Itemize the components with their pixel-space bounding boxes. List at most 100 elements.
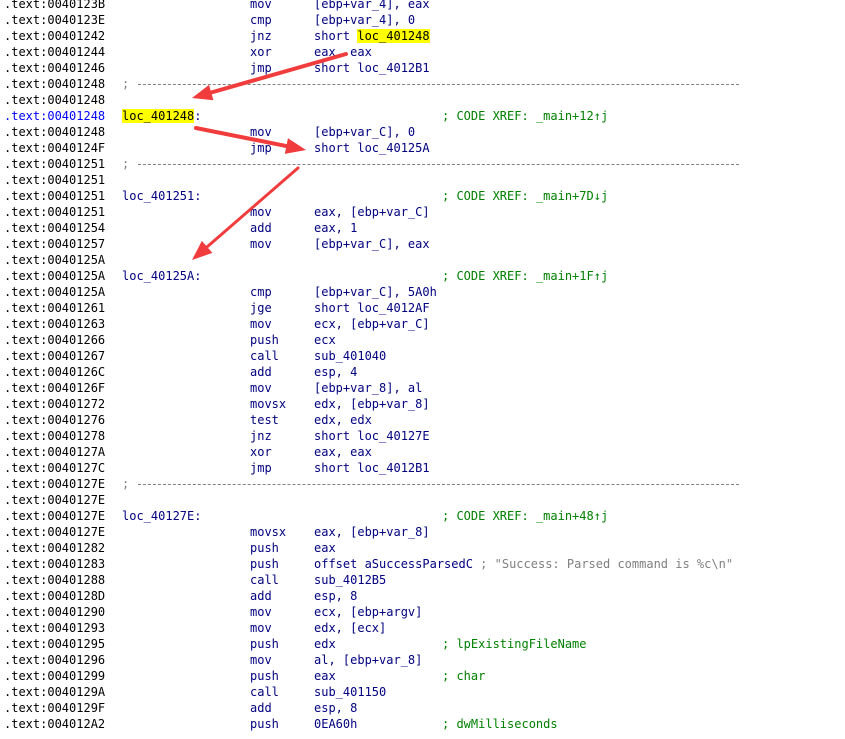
listing-line[interactable]: .text:00401276 test edx, edx xyxy=(4,412,845,428)
listing-line[interactable]: .text:00401248 loc_401248: ; CODE XREF: _m… xyxy=(4,108,845,124)
highlighted-label[interactable]: loc_401248 xyxy=(122,109,195,123)
listing-line[interactable]: .text:0040127A xor eax, eax xyxy=(4,444,845,460)
instruction-mnemonic[interactable]: mov xyxy=(250,620,272,636)
instruction-operand[interactable]: edx, [ecx] xyxy=(314,620,386,636)
instruction-operand[interactable]: eax, [ebp+var_8] xyxy=(314,524,430,540)
instruction-operand[interactable]: esp, 8 xyxy=(314,588,357,604)
xref-comment[interactable]: ; dwMilliseconds xyxy=(442,716,558,732)
listing-line[interactable]: .text:00401272 movsx edx, [ebp+var_8] xyxy=(4,396,845,412)
listing-line[interactable]: .text:00401251; xyxy=(4,156,845,172)
disassembly-listing[interactable]: .text:0040123B mov [ebp+var_4], eax .text:0… xyxy=(4,0,845,732)
listing-line[interactable]: .text:0040127C jmp short loc_4012B1 xyxy=(4,460,845,476)
listing-line[interactable]: .text:00401278 jnz short loc_40127E xyxy=(4,428,845,444)
instruction-mnemonic[interactable]: call xyxy=(250,572,279,588)
operand-text[interactable]: esp, 8 xyxy=(314,589,357,603)
instruction-mnemonic[interactable]: call xyxy=(250,348,279,364)
code-label[interactable]: loc_40125A: xyxy=(122,268,201,284)
instruction-operand[interactable]: short loc_401248 xyxy=(314,28,430,44)
listing-line[interactable]: .text:0040126F mov [ebp+var_8], al xyxy=(4,380,845,396)
xref-comment[interactable]: ; CODE XREF: _main+1F↑j xyxy=(442,268,608,284)
listing-line[interactable]: .text:00401242 jnz short loc_401248 xyxy=(4,28,845,44)
instruction-mnemonic[interactable]: movsx xyxy=(250,396,286,412)
operand-text[interactable]: eax xyxy=(314,669,336,683)
listing-line[interactable]: .text:00401290 mov ecx, [ebp+argv] xyxy=(4,604,845,620)
listing-line[interactable]: .text:0040127E; xyxy=(4,476,845,492)
operand-text[interactable]: eax, 1 xyxy=(314,221,357,235)
instruction-mnemonic[interactable]: push xyxy=(250,636,279,652)
code-label[interactable]: loc_40127E: xyxy=(122,508,201,524)
instruction-operand[interactable]: sub_4012B5 xyxy=(314,572,386,588)
listing-line[interactable]: .text:0040125A cmp [ebp+var_C], 5A0h xyxy=(4,284,845,300)
xref-comment[interactable]: ; char xyxy=(442,668,485,684)
listing-line[interactable]: .text:00401254 add eax, 1 xyxy=(4,220,845,236)
instruction-operand[interactable]: sub_401150 xyxy=(314,684,386,700)
instruction-mnemonic[interactable]: xor xyxy=(250,444,272,460)
instruction-mnemonic[interactable]: jnz xyxy=(250,28,272,44)
operand-text[interactable]: edx xyxy=(314,637,336,651)
operand-text[interactable]: ecx, [ebp+argv] xyxy=(314,605,422,619)
instruction-operand[interactable]: eax, 1 xyxy=(314,220,357,236)
instruction-operand[interactable]: esp, 8 xyxy=(314,700,357,716)
instruction-operand[interactable]: 0EA60h xyxy=(314,716,357,732)
operand-text[interactable]: short loc_4012B1 xyxy=(314,61,430,75)
instruction-mnemonic[interactable]: call xyxy=(250,684,279,700)
instruction-mnemonic[interactable]: mov xyxy=(250,604,272,620)
listing-line[interactable]: .text:0040125A xyxy=(4,252,845,268)
instruction-operand[interactable]: short loc_4012B1 xyxy=(314,460,430,476)
instruction-operand[interactable]: short loc_40125A xyxy=(314,140,430,156)
operand-text[interactable]: eax xyxy=(314,541,336,555)
operand-text[interactable]: [ebp+var_8], al xyxy=(314,381,422,395)
instruction-mnemonic[interactable]: add xyxy=(250,588,272,604)
highlighted-operand[interactable]: loc_401248 xyxy=(357,29,430,43)
listing-line[interactable]: .text:00401299 push eax ; char xyxy=(4,668,845,684)
listing-line[interactable]: .text:0040129F add esp, 8 xyxy=(4,700,845,716)
instruction-mnemonic[interactable]: jmp xyxy=(250,140,272,156)
instruction-operand[interactable]: al, [ebp+var_8] xyxy=(314,652,422,668)
instruction-operand[interactable]: esp, 4 xyxy=(314,364,357,380)
operand-text[interactable]: [ebp+var_C], 0 xyxy=(314,125,415,139)
listing-line[interactable]: .text:0040124F jmp short loc_40125A xyxy=(4,140,845,156)
listing-line[interactable]: .text:0040129A call sub_401150 xyxy=(4,684,845,700)
listing-line[interactable]: .text:00401248 xyxy=(4,92,845,108)
xref-comment[interactable]: ; lpExistingFileName xyxy=(442,636,587,652)
listing-line[interactable]: .text:00401282 push eax xyxy=(4,540,845,556)
instruction-mnemonic[interactable]: jmp xyxy=(250,60,272,76)
operand-text[interactable]: 0EA60h xyxy=(314,717,357,731)
instruction-operand[interactable]: eax, eax xyxy=(314,444,372,460)
listing-line[interactable]: .text:0040125A loc_40125A: ; CODE XREF: _m… xyxy=(4,268,845,284)
instruction-mnemonic[interactable]: push xyxy=(250,556,279,572)
listing-line[interactable]: .text:00401293 mov edx, [ecx] xyxy=(4,620,845,636)
operand-text[interactable]: [ebp+var_4], 0 xyxy=(314,13,415,27)
instruction-mnemonic[interactable]: mov xyxy=(250,380,272,396)
instruction-operand[interactable]: ecx, [ebp+var_C] xyxy=(314,316,430,332)
instruction-operand[interactable]: eax xyxy=(314,540,336,556)
operand-text[interactable]: edx, [ebp+var_8] xyxy=(314,397,430,411)
operand-text[interactable]: esp, 4 xyxy=(314,365,357,379)
listing-line[interactable]: .text:0040123E cmp [ebp+var_4], 0 xyxy=(4,12,845,28)
operand-text[interactable]: eax, [ebp+var_8] xyxy=(314,525,430,539)
instruction-operand[interactable]: offset aSuccessParsedC ; "Success: Parse… xyxy=(314,556,733,572)
instruction-mnemonic[interactable]: jmp xyxy=(250,460,272,476)
instruction-mnemonic[interactable]: push xyxy=(250,540,279,556)
instruction-operand[interactable]: [ebp+var_4], 0 xyxy=(314,12,415,28)
instruction-operand[interactable]: short loc_40127E xyxy=(314,428,430,444)
instruction-operand[interactable]: sub_401040 xyxy=(314,348,386,364)
operand-text[interactable]: al, [ebp+var_8] xyxy=(314,653,422,667)
instruction-mnemonic[interactable]: mov xyxy=(250,316,272,332)
instruction-operand[interactable]: ecx xyxy=(314,332,336,348)
listing-line[interactable]: .text:00401283 push offset aSuccessParsedC… xyxy=(4,556,845,572)
listing-line[interactable]: .text:00401288 call sub_4012B5 xyxy=(4,572,845,588)
operand-text[interactable]: eax, eax xyxy=(314,445,372,459)
instruction-mnemonic[interactable]: cmp xyxy=(250,12,272,28)
listing-line[interactable]: .text:00401244 xor eax, eax xyxy=(4,44,845,60)
instruction-operand[interactable]: [ebp+var_C], 5A0h xyxy=(314,284,437,300)
listing-line[interactable]: .text:004012A2 push 0EA60h ; dwMilliseconds xyxy=(4,716,845,732)
xref-comment[interactable]: ; CODE XREF: _main+48↑j xyxy=(442,508,608,524)
operand-text[interactable]: esp, 8 xyxy=(314,701,357,715)
instruction-mnemonic[interactable]: movsx xyxy=(250,524,286,540)
listing-line[interactable]: .text:0040127E xyxy=(4,492,845,508)
instruction-mnemonic[interactable]: push xyxy=(250,332,279,348)
listing-line[interactable]: .text:00401251 xyxy=(4,172,845,188)
instruction-operand[interactable]: edx, edx xyxy=(314,412,372,428)
instruction-operand[interactable]: eax xyxy=(314,668,336,684)
